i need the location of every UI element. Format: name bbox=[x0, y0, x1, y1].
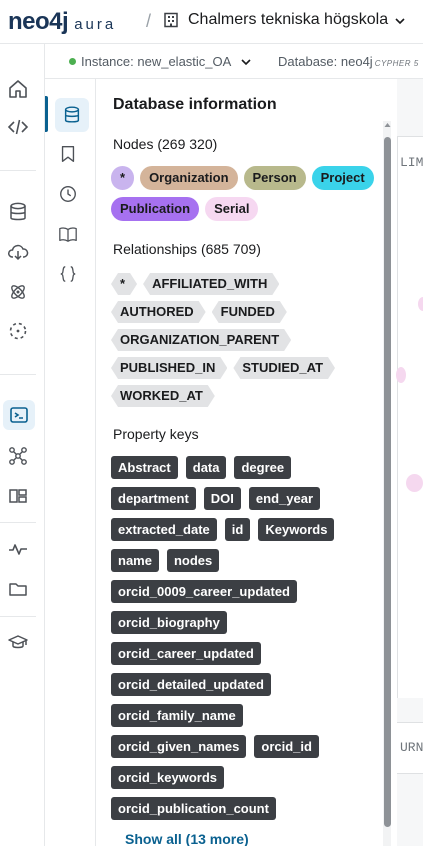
instance-bar: Instance: new_elastic_OA Database: neo4j… bbox=[45, 44, 423, 79]
instance-selector-label[interactable]: Instance: new_elastic_OA bbox=[81, 54, 231, 69]
relationship-type-chip[interactable]: FUNDED bbox=[212, 301, 287, 323]
dashboard-icon[interactable] bbox=[7, 485, 29, 507]
relationships-section-title: Relationships (685 709) bbox=[113, 241, 261, 257]
property-key-chip[interactable]: Abstract bbox=[111, 456, 178, 479]
history-icon[interactable] bbox=[58, 184, 82, 208]
home-icon[interactable] bbox=[7, 78, 29, 100]
property-key-chip[interactable]: department bbox=[111, 487, 196, 510]
building-icon bbox=[164, 12, 178, 28]
panel-title: Database information bbox=[113, 96, 277, 113]
relationship-type-chip[interactable]: ORGANIZATION_PARENT bbox=[111, 329, 291, 351]
logo-neo4j: neo4j bbox=[8, 8, 69, 35]
breadcrumb-separator: / bbox=[146, 11, 152, 31]
query-sidebar bbox=[45, 79, 96, 846]
main-nav-rail bbox=[0, 44, 45, 846]
graph-node-fragment bbox=[418, 297, 423, 311]
property-key-chip[interactable]: orcid_detailed_updated bbox=[111, 673, 271, 696]
import-icon[interactable] bbox=[7, 241, 29, 263]
atom-icon[interactable] bbox=[7, 281, 29, 303]
node-label-chip[interactable]: * bbox=[111, 166, 135, 190]
property-keys-section-title: Property keys bbox=[113, 426, 199, 442]
property-key-chip[interactable]: name bbox=[111, 549, 159, 572]
neo4j-aura-logo[interactable]: neo4j aura bbox=[8, 8, 116, 36]
graph-icon[interactable] bbox=[7, 445, 29, 467]
top-header: neo4j aura / Chalmers tekniska högskola bbox=[0, 0, 423, 44]
property-key-chip[interactable]: nodes bbox=[166, 549, 220, 572]
graph-node-fragment bbox=[406, 474, 423, 492]
property-key-chip[interactable]: id bbox=[224, 518, 251, 541]
rail-divider bbox=[0, 374, 36, 375]
relationship-types-list: * AFFILIATED_WITH AUTHORED FUNDED ORGANIZATI… bbox=[111, 273, 383, 413]
property-key-chip[interactable]: orcid_career_updated bbox=[111, 642, 261, 665]
property-keys-list: Abstract data degree department DOI end_yeare… bbox=[111, 456, 383, 828]
property-key-chip[interactable]: orcid_biography bbox=[111, 611, 227, 634]
property-key-chip[interactable]: orcid_0009_career_updated bbox=[111, 580, 297, 603]
nodes-section-title: Nodes (269 320) bbox=[113, 136, 218, 152]
rail-divider bbox=[0, 616, 36, 617]
database-selector[interactable]: Database: neo4j CYPHER 5 bbox=[278, 54, 419, 69]
terminal-icon[interactable] bbox=[3, 400, 35, 430]
relationship-type-chip[interactable]: PUBLISHED_IN bbox=[111, 357, 227, 379]
node-label-chip[interactable]: Serial bbox=[205, 197, 259, 221]
logo-aura: aura bbox=[74, 16, 117, 33]
node-label-chip[interactable]: Project bbox=[311, 166, 374, 190]
editor-text-fragment: LIM bbox=[400, 155, 423, 170]
relationship-type-chip[interactable]: * bbox=[111, 273, 137, 295]
relationship-type-chip[interactable]: AUTHORED bbox=[111, 301, 206, 323]
rail-divider bbox=[0, 170, 36, 171]
organization-name[interactable]: Chalmers tekniska högskola bbox=[188, 11, 388, 29]
property-key-chip[interactable]: orcid_family_name bbox=[111, 704, 243, 727]
rail-divider bbox=[0, 522, 36, 523]
scroll-up-arrow-icon[interactable] bbox=[384, 121, 391, 129]
property-key-chip[interactable]: orcid_publication_count bbox=[111, 797, 276, 820]
code-icon[interactable] bbox=[7, 116, 29, 138]
property-key-chip[interactable]: end_year bbox=[248, 487, 321, 510]
show-all-link[interactable]: Show all (13 more) bbox=[125, 831, 249, 846]
braces-icon[interactable] bbox=[58, 264, 82, 288]
activity-icon[interactable] bbox=[7, 538, 29, 560]
instance-status-dot bbox=[69, 58, 76, 65]
bookmark-icon[interactable] bbox=[58, 144, 82, 168]
dashed-circle-icon[interactable] bbox=[7, 320, 29, 342]
node-label-chip[interactable]: Person bbox=[243, 166, 306, 190]
result-frame[interactable] bbox=[397, 136, 423, 698]
node-label-chip[interactable]: Organization bbox=[140, 166, 238, 190]
database-information-panel: Database information Nodes (269 320) * Or… bbox=[97, 79, 397, 846]
graph-node-fragment bbox=[396, 367, 406, 383]
relationship-type-chip[interactable]: AFFILIATED_WITH bbox=[143, 273, 279, 295]
book-icon[interactable] bbox=[58, 224, 82, 248]
property-key-chip[interactable]: orcid_given_names bbox=[111, 735, 247, 758]
property-key-chip[interactable]: extracted_date bbox=[111, 518, 217, 541]
property-key-chip[interactable]: orcid_keywords bbox=[111, 766, 224, 789]
chevron-down-icon[interactable] bbox=[240, 56, 252, 68]
database-icon[interactable] bbox=[7, 201, 29, 223]
node-labels-list: * Organization Person Project Publication Ser… bbox=[111, 166, 383, 228]
active-indicator bbox=[45, 96, 48, 132]
editor-text-fragment: URN bbox=[400, 740, 423, 755]
relationship-type-chip[interactable]: WORKED_AT bbox=[111, 385, 215, 407]
learn-icon[interactable] bbox=[7, 631, 29, 653]
chevron-down-icon[interactable] bbox=[393, 14, 407, 28]
property-key-chip[interactable]: Keywords bbox=[258, 518, 335, 541]
relationship-type-chip[interactable]: STUDIED_AT bbox=[233, 357, 335, 379]
panel-scrollbar-thumb[interactable] bbox=[384, 137, 391, 827]
folder-icon[interactable] bbox=[7, 578, 29, 600]
node-label-chip[interactable]: Publication bbox=[111, 197, 200, 221]
property-key-chip[interactable]: orcid_id bbox=[254, 735, 319, 758]
database-icon[interactable] bbox=[55, 98, 89, 132]
property-key-chip[interactable]: degree bbox=[234, 456, 292, 479]
property-key-chip[interactable]: DOI bbox=[203, 487, 241, 510]
cypher-version-badge: CYPHER 5 bbox=[374, 59, 419, 68]
property-key-chip[interactable]: data bbox=[185, 456, 227, 479]
database-label: Database: neo4j bbox=[278, 54, 373, 69]
